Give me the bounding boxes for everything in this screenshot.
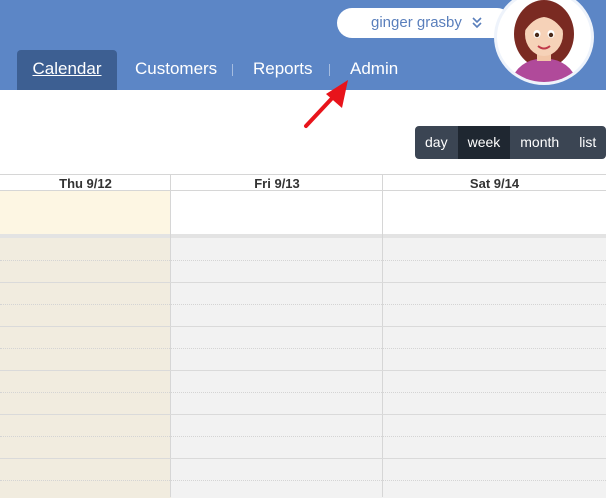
- user-menu[interactable]: ginger grasby: [337, 8, 512, 38]
- view-day-button[interactable]: day: [415, 126, 458, 159]
- avatar[interactable]: [497, 0, 591, 82]
- grid-line: [382, 174, 383, 497]
- allday-cell-today[interactable]: [0, 191, 171, 235]
- tab-calendar[interactable]: Calendar: [17, 50, 117, 90]
- allday-cell[interactable]: [383, 191, 606, 235]
- nav-separator: [232, 64, 233, 76]
- view-week-button[interactable]: week: [457, 126, 511, 159]
- slot-line: [0, 370, 606, 371]
- day-column-today[interactable]: [0, 238, 171, 498]
- user-name: ginger grasby: [371, 14, 462, 31]
- day-header[interactable]: Sat 9/14: [383, 174, 606, 191]
- slot-line: [0, 348, 606, 349]
- slot-line: [0, 304, 606, 305]
- view-month-button[interactable]: month: [510, 126, 569, 159]
- allday-cell[interactable]: [171, 191, 383, 235]
- week-calendar: Thu 9/12 Fri 9/13 Sat 9/14: [0, 174, 606, 498]
- slot-line: [0, 326, 606, 327]
- day-column[interactable]: [383, 238, 606, 498]
- slot-line: [0, 282, 606, 283]
- slot-line: [0, 392, 606, 393]
- tab-customers[interactable]: Customers: [135, 50, 217, 90]
- double-chevron-down-icon: [471, 8, 483, 49]
- view-switcher: day week month list: [415, 126, 606, 159]
- slot-line: [0, 458, 606, 459]
- slot-line: [0, 436, 606, 437]
- day-column[interactable]: [171, 238, 383, 498]
- annotation-arrow-icon: [304, 80, 348, 128]
- slot-line: [0, 480, 606, 481]
- slot-line: [0, 260, 606, 261]
- slot-line: [0, 414, 606, 415]
- day-header[interactable]: Fri 9/13: [171, 174, 383, 191]
- day-header[interactable]: Thu 9/12: [0, 174, 171, 191]
- view-list-button[interactable]: list: [569, 126, 606, 159]
- grid-line: [170, 174, 171, 497]
